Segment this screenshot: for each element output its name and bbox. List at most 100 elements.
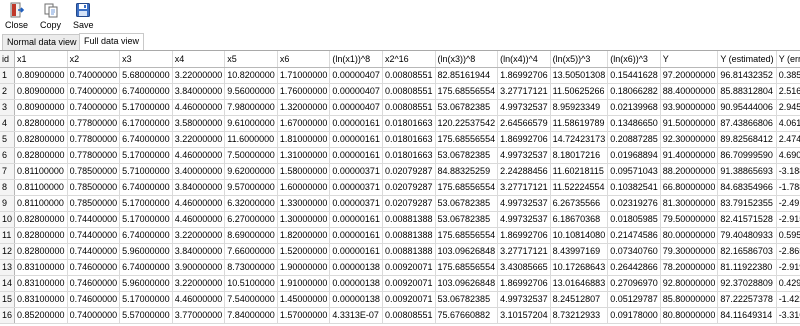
table-cell[interactable]: 2.64566579 xyxy=(497,115,551,132)
table-cell[interactable]: 0.02079287 xyxy=(382,179,436,196)
column-header[interactable]: (ln(x3))^8 xyxy=(435,51,499,68)
table-cell[interactable]: 79.30000000 xyxy=(660,243,719,260)
table-cell[interactable]: 0.20887285 xyxy=(607,131,661,148)
column-header[interactable]: x5 xyxy=(224,51,278,68)
table-cell[interactable]: 0.00000161 xyxy=(329,227,383,244)
table-cell[interactable]: 91.38865693 xyxy=(717,163,777,180)
table-cell[interactable]: 1.32000000 xyxy=(277,99,331,116)
table-cell[interactable]: 0.00920071 xyxy=(382,291,436,308)
table-cell[interactable]: 1.71000000 xyxy=(277,67,331,84)
table-cell[interactable]: 0.07340760 xyxy=(607,243,661,260)
table-cell[interactable]: 10.8200000 xyxy=(224,67,278,84)
table-cell[interactable]: 175.68556554 xyxy=(435,83,499,100)
table-cell[interactable]: 1.90000000 xyxy=(277,259,331,276)
table-cell[interactable]: 1.76000000 xyxy=(277,83,331,100)
tab-normal-data-view[interactable]: Normal data view xyxy=(2,34,82,50)
table-cell[interactable]: 0.74400000 xyxy=(67,211,121,228)
table-cell[interactable]: 84.68354966 xyxy=(717,179,777,196)
table-cell[interactable]: 6.74000000 xyxy=(119,83,173,100)
close-button[interactable]: Close xyxy=(5,2,28,30)
table-cell[interactable]: 0.02079287 xyxy=(382,195,436,212)
table-cell[interactable]: 80.00000000 xyxy=(660,227,719,244)
table-cell[interactable]: 0.77800000 xyxy=(67,131,121,148)
table-cell[interactable]: 75.67660882 xyxy=(435,307,499,324)
table-cell[interactable]: -2.8659E+00 xyxy=(776,243,800,260)
table-cell[interactable]: 10.5100000 xyxy=(224,275,278,292)
row-header[interactable]: 7 xyxy=(0,163,15,180)
table-cell[interactable]: 7.50000000 xyxy=(224,147,278,164)
table-cell[interactable]: 0.10382541 xyxy=(607,179,661,196)
table-cell[interactable]: 4.99732537 xyxy=(497,195,551,212)
table-cell[interactable]: 1.67000000 xyxy=(277,115,331,132)
table-cell[interactable]: 3.22000000 xyxy=(172,227,226,244)
table-cell[interactable]: 0.74600000 xyxy=(67,275,121,292)
table-cell[interactable]: 0.81100000 xyxy=(14,195,68,212)
table-cell[interactable]: 0.00000407 xyxy=(329,67,383,84)
row-header[interactable]: 11 xyxy=(0,227,15,244)
table-cell[interactable]: -1.7884E+01 xyxy=(776,179,800,196)
table-cell[interactable]: 11.50625266 xyxy=(550,83,609,100)
table-cell[interactable]: 0.82800000 xyxy=(14,227,68,244)
table-cell[interactable]: 0.00881388 xyxy=(382,243,436,260)
table-cell[interactable]: 0.00000138 xyxy=(329,275,383,292)
column-header[interactable]: x1 xyxy=(14,51,68,68)
table-cell[interactable]: 0.01801663 xyxy=(382,147,436,164)
table-cell[interactable]: 5.17000000 xyxy=(119,211,173,228)
table-cell[interactable]: 53.06782385 xyxy=(435,291,499,308)
table-cell[interactable]: 0.00808551 xyxy=(382,307,436,324)
table-cell[interactable]: 0.01801663 xyxy=(382,131,436,148)
table-cell[interactable]: 93.90000000 xyxy=(660,99,719,116)
table-cell[interactable]: 4.99732537 xyxy=(497,99,551,116)
column-header[interactable]: (ln(x1))^8 xyxy=(329,51,383,68)
table-cell[interactable]: 0.82800000 xyxy=(14,115,68,132)
table-cell[interactable]: 8.73212933 xyxy=(550,307,609,324)
table-cell[interactable]: 85.80000000 xyxy=(660,291,719,308)
table-cell[interactable]: 53.06782385 xyxy=(435,195,499,212)
table-cell[interactable]: 81.11922380 xyxy=(717,259,777,276)
table-row[interactable]: 10 0.82800000 0.74400000 5.17000000 4.460000… xyxy=(0,211,800,228)
table-cell[interactable]: 88.20000000 xyxy=(660,163,719,180)
table-row[interactable]: 1 0.80900000 0.74000000 5.68000000 3.2200000… xyxy=(0,67,800,84)
tab-full-data-view[interactable]: Full data view xyxy=(79,33,145,50)
table-cell[interactable]: 4.69000410 xyxy=(776,147,800,164)
table-cell[interactable]: 3.27717121 xyxy=(497,83,551,100)
table-cell[interactable]: 0.00000138 xyxy=(329,259,383,276)
table-cell[interactable]: 4.46000000 xyxy=(172,291,226,308)
row-header[interactable]: 15 xyxy=(0,291,15,308)
table-row[interactable]: 2 0.80900000 0.74000000 6.74000000 3.8400000… xyxy=(0,83,800,100)
row-header[interactable]: 13 xyxy=(0,259,15,276)
table-cell[interactable]: 0.78500000 xyxy=(67,179,121,196)
table-cell[interactable]: 6.18670368 xyxy=(550,211,609,228)
table-cell[interactable]: 1.30000000 xyxy=(277,211,331,228)
table-cell[interactable]: 0.82800000 xyxy=(14,131,68,148)
table-cell[interactable]: 3.43085665 xyxy=(497,259,551,276)
table-row[interactable]: 14 0.83100000 0.74600000 5.96000000 3.220000… xyxy=(0,275,800,292)
column-header[interactable]: x3 xyxy=(119,51,173,68)
table-cell[interactable]: 1.31000000 xyxy=(277,147,331,164)
table-cell[interactable]: 2.51687196 xyxy=(776,83,800,100)
table-cell[interactable]: 4.99732537 xyxy=(497,291,551,308)
table-cell[interactable]: 0.82800000 xyxy=(14,147,68,164)
table-cell[interactable]: 5.57000000 xyxy=(119,307,173,324)
table-cell[interactable]: 2.94555994 xyxy=(776,99,800,116)
table-cell[interactable]: 3.27717121 xyxy=(497,179,551,196)
table-cell[interactable]: -1.4226E+00 xyxy=(776,291,800,308)
table-cell[interactable]: 81.30000000 xyxy=(660,195,719,212)
table-cell[interactable]: 6.26735566 xyxy=(550,195,609,212)
table-cell[interactable]: -2.9192E+00 xyxy=(776,259,800,276)
table-cell[interactable]: 1.81000000 xyxy=(277,131,331,148)
table-cell[interactable]: 0.00000161 xyxy=(329,131,383,148)
table-cell[interactable]: 1.86992706 xyxy=(497,67,551,84)
table-cell[interactable]: 13.01646883 xyxy=(550,275,609,292)
table-cell[interactable]: 0.26442866 xyxy=(607,259,661,276)
table-cell[interactable]: 6.17000000 xyxy=(119,115,173,132)
table-cell[interactable]: 0.00000407 xyxy=(329,83,383,100)
table-cell[interactable]: 0.01805985 xyxy=(607,211,661,228)
table-cell[interactable]: 9.62000000 xyxy=(224,163,278,180)
table-cell[interactable]: 82.16586703 xyxy=(717,243,777,260)
table-row[interactable]: 9 0.81100000 0.78500000 5.17000000 4.4600000… xyxy=(0,195,800,212)
table-cell[interactable]: 11.52224554 xyxy=(550,179,609,196)
column-header[interactable]: Y (error) xyxy=(776,51,800,68)
table-row[interactable]: 7 0.81100000 0.78500000 5.71000000 3.4000000… xyxy=(0,163,800,180)
table-cell[interactable]: 0.09571043 xyxy=(607,163,661,180)
